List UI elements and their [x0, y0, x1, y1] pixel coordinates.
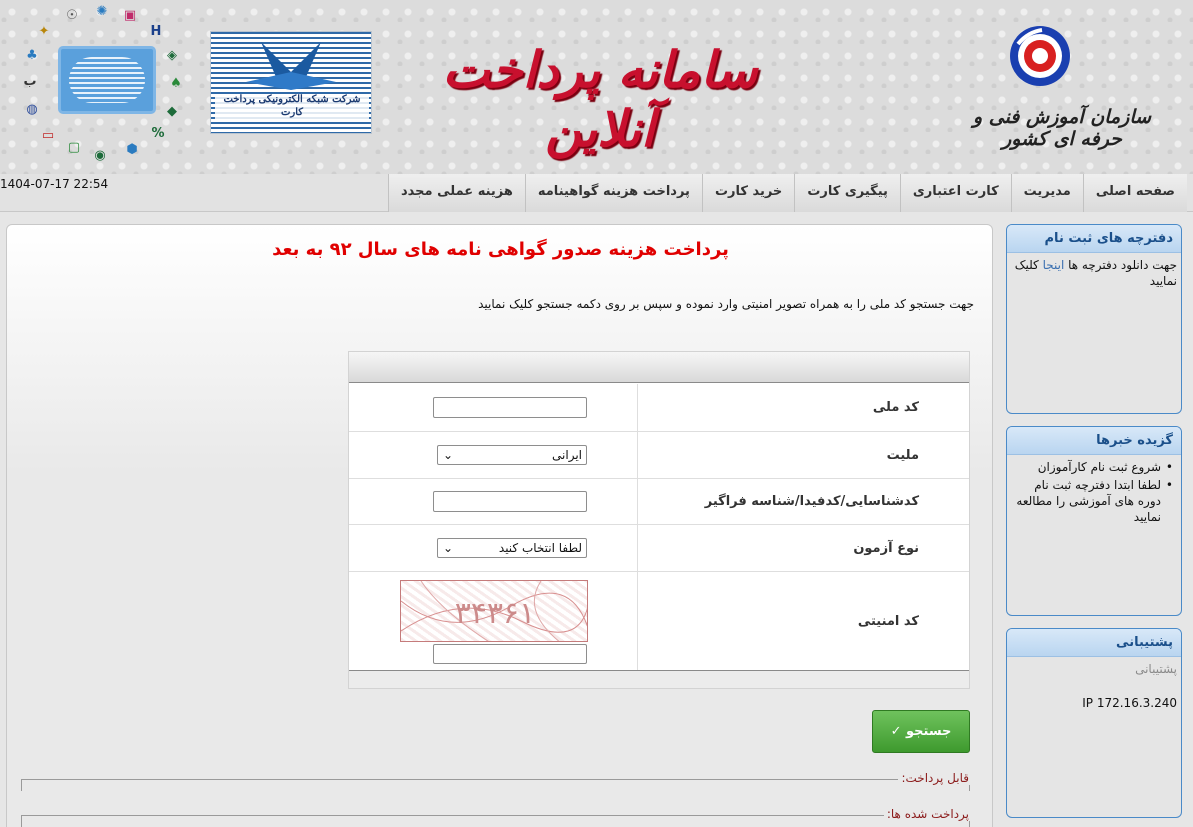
bank-logo-icon: ✺	[96, 4, 108, 19]
page-title: پرداخت هزینه صدور گواهی نامه های سال ۹۲ …	[272, 239, 729, 260]
client-ip: IP 172.16.3.240	[1082, 696, 1177, 710]
form-header-bar	[349, 352, 969, 383]
paid-fieldset	[21, 815, 970, 827]
booklets-download-link[interactable]: اینجا	[1043, 258, 1065, 272]
national-code-input[interactable]	[433, 397, 587, 418]
news-panel-body: شروع ثبت نام کارآموزان لطفا ابتدا دفترچه…	[1007, 455, 1181, 531]
bank-logo-icon: ⬢	[126, 142, 138, 157]
bank-logo-icon: ◉	[94, 148, 106, 163]
nationality-select[interactable]: ایرانی ⌄	[437, 445, 587, 465]
booklets-text-before: جهت دانلود دفترچه ها	[1068, 258, 1177, 272]
form-row-exam-type: نوع آزمون لطفا انتخاب کنید ⌄	[349, 525, 969, 572]
main-content-panel: پرداخت هزینه صدور گواهی نامه های سال ۹۲ …	[6, 224, 993, 827]
national-code-label: کد ملی	[637, 384, 969, 431]
booklets-panel: دفترچه های ثبت نام جهت دانلود دفترچه ها …	[1006, 224, 1182, 414]
booklets-panel-title: دفترچه های ثبت نام	[1007, 225, 1181, 253]
bank-logo-icon: %	[151, 126, 165, 141]
search-instruction: جهت جستجو کد ملی را به همراه تصویر امنیت…	[478, 297, 974, 311]
bank-card-image	[58, 46, 156, 114]
news-panel-title: گزیده خبرها	[1007, 427, 1181, 455]
nav-menu: صفحه اصلی مدیریت کارت اعتباری پیگیری کار…	[387, 174, 1187, 212]
bank-logos-cluster: ☉ ✺ ▣ H ◈ ♠ ◆ % ⬢ ◉ ▢ ▭ ◍ ب ♣ ✦	[14, 4, 194, 170]
form-row-captcha: کد امنیتی ۳۴۳۶۱	[349, 572, 969, 670]
form-footer-bar	[349, 670, 969, 688]
bank-logo-icon: ♠	[170, 76, 182, 91]
nationality-selected-value: ایرانی	[552, 448, 582, 462]
news-item[interactable]: لطفا ابتدا دفترچه ثبت نام دوره های آموزش…	[1011, 477, 1173, 525]
identifier-label: کدشناسایی/کدفیدا/شناسه فراگیر	[637, 479, 969, 524]
news-list: شروع ثبت نام کارآموزان لطفا ابتدا دفترچه…	[1011, 459, 1177, 525]
exam-type-selected-value: لطفا انتخاب کنید	[498, 541, 582, 555]
site-title: سامانه پرداخت آنلاین	[442, 40, 758, 158]
bank-logo-icon: ▭	[41, 128, 55, 143]
nav-credit-card[interactable]: کارت اعتباری	[899, 174, 1011, 212]
support-panel: پشتیبانی پشتیبانی IP 172.16.3.240	[1006, 628, 1182, 818]
nav-management[interactable]: مدیریت	[1010, 174, 1083, 212]
exam-type-label: نوع آزمون	[637, 525, 969, 571]
bank-logo-icon: ▣	[123, 8, 137, 23]
org-name: سازمان آموزش فنی و حرفه ای کشور	[972, 106, 1152, 150]
captcha-label: کد امنیتی	[637, 572, 969, 670]
nationality-label: ملیت	[637, 432, 969, 478]
search-form: کد ملی ملیت ایرانی ⌄ کدشناسایی/کدفیدا/شن…	[348, 351, 970, 689]
exam-type-select[interactable]: لطفا انتخاب کنید ⌄	[437, 538, 587, 558]
nav-buy-card[interactable]: خرید کارت	[701, 174, 795, 212]
bank-logo-icon: H	[150, 24, 162, 39]
identifier-input[interactable]	[433, 491, 587, 512]
bank-logo-icon: ب	[23, 74, 37, 89]
support-subtitle: پشتیبانی	[1135, 662, 1177, 676]
shaparak-caption: شرکت شبکه الکترونیکی پرداخت کارت	[215, 94, 369, 119]
nav-track-card[interactable]: پیگیری کارت	[794, 174, 900, 212]
chevron-down-icon: ⌄	[443, 541, 454, 555]
chevron-down-icon: ⌄	[443, 448, 454, 462]
captcha-image: ۳۴۳۶۱	[400, 580, 588, 642]
form-row-national-code: کد ملی	[349, 384, 969, 432]
search-button[interactable]: جستجو ✓	[872, 710, 970, 753]
nav-practical-retake-fee[interactable]: هزینه عملی مجدد	[387, 174, 525, 212]
bank-logo-icon: ▢	[67, 140, 81, 155]
main-nav-bar: 1404-07-17 22:54 صفحه اصلی مدیریت کارت ا…	[0, 174, 1193, 212]
form-row-identifier: کدشناسایی/کدفیدا/شناسه فراگیر	[349, 479, 969, 525]
shaparak-logo: شرکت شبکه الکترونیکی پرداخت کارت	[210, 31, 372, 134]
news-panel: گزیده خبرها شروع ثبت نام کارآموزان لطفا …	[1006, 426, 1182, 616]
bank-logo-icon: ☉	[66, 8, 78, 23]
bank-logo-icon: ◆	[167, 104, 177, 119]
payable-legend: قابل پرداخت:	[898, 771, 972, 785]
support-panel-body: پشتیبانی IP 172.16.3.240	[1007, 657, 1181, 715]
bank-logo-icon: ◍	[26, 102, 38, 117]
bank-logo-icon: ✦	[38, 24, 50, 39]
datetime-display: 1404-07-17 22:54	[0, 177, 109, 191]
captcha-input[interactable]	[433, 644, 587, 664]
booklets-panel-body: جهت دانلود دفترچه ها اینجا کلیک نمایید	[1007, 253, 1181, 293]
form-row-nationality: ملیت ایرانی ⌄	[349, 432, 969, 479]
org-logo-icon	[1010, 26, 1070, 86]
nav-certificate-payment[interactable]: پرداخت هزینه گواهینامه	[524, 174, 702, 212]
nav-home[interactable]: صفحه اصلی	[1082, 174, 1187, 212]
bank-logo-icon: ♣	[26, 48, 38, 63]
news-item[interactable]: شروع ثبت نام کارآموزان	[1011, 459, 1173, 475]
captcha-digits: ۳۴۳۶۱	[455, 596, 536, 631]
paid-legend: پرداخت شده ها:	[883, 807, 972, 821]
site-header: ☉ ✺ ▣ H ◈ ♠ ◆ % ⬢ ◉ ▢ ▭ ◍ ب ♣ ✦ شرکت شبک…	[0, 0, 1193, 174]
support-panel-title: پشتیبانی	[1007, 629, 1181, 657]
payable-fieldset	[21, 779, 970, 791]
bank-logo-icon: ◈	[167, 48, 177, 63]
